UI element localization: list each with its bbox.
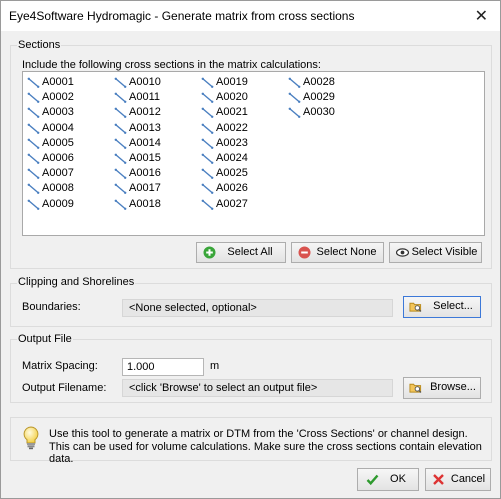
select-none-label: Select None — [316, 246, 377, 258]
select-boundaries-label: Select... — [433, 300, 473, 312]
cross-section-icon — [27, 153, 40, 164]
cross-section-icon — [27, 77, 40, 88]
cross-section-label: A0026 — [216, 182, 248, 195]
cross-section-label: A0028 — [303, 76, 335, 88]
info-panel: Use this tool to generate a matrix or DT… — [10, 417, 492, 465]
cross-section-icon — [114, 77, 127, 88]
cross-section-label: A0007 — [42, 167, 74, 180]
select-none-button[interactable]: Select None — [291, 242, 384, 263]
cross-section-label: A0003 — [42, 106, 74, 119]
cross-section-icon — [114, 199, 127, 210]
cross-section-label: A0020 — [216, 91, 248, 104]
ok-button[interactable]: OK — [357, 468, 419, 491]
info-line-1: Use this tool to generate a matrix or DT… — [49, 428, 468, 440]
cross-section-icon — [201, 153, 214, 164]
window-title: Eye4Software Hydromagic - Generate matri… — [9, 9, 355, 23]
select-all-button[interactable]: Select All — [196, 242, 286, 263]
cross-section-label: A0013 — [129, 121, 161, 134]
cross-section-icon — [288, 77, 301, 88]
cancel-button[interactable]: Cancel — [425, 468, 491, 491]
cross-section-icon — [201, 107, 214, 119]
cross-section-label: A0021 — [216, 106, 248, 119]
matrix-spacing-label: Matrix Spacing: — [22, 360, 98, 372]
output-filename-field: <click 'Browse' to select an output file… — [122, 379, 393, 397]
cross-section-label: A0030 — [303, 106, 335, 119]
cross-section-icon — [27, 199, 40, 210]
cross-section-icon — [114, 107, 127, 119]
cross-section-label: A0010 — [129, 76, 161, 88]
select-all-label: Select All — [227, 246, 273, 258]
select-visible-label: Select Visible — [411, 246, 478, 258]
folder-search-icon — [409, 383, 422, 393]
sections-instruction: Include the following cross sections in … — [22, 59, 321, 71]
cross-section-label: A0005 — [42, 136, 74, 149]
cross-section-list[interactable]: A0001 A0002 A0003 A0004 A0005 A0006 A0007 A0008… — [22, 71, 485, 236]
cross-section-icon — [114, 138, 127, 149]
matrix-spacing-unit: m — [210, 360, 220, 372]
select-boundaries-button[interactable]: Select... — [403, 296, 481, 318]
cross-section-label: A0011 — [129, 91, 160, 104]
cross-section-icon — [114, 153, 127, 164]
cross-section-icon — [27, 107, 40, 119]
cross-section-label: A0019 — [216, 76, 248, 88]
cross-section-icon — [27, 92, 40, 104]
cross-section-icon — [114, 183, 127, 195]
browse-label: Browse... — [430, 381, 476, 393]
cross-section-icon — [27, 123, 40, 134]
cross-section-label: A0015 — [129, 152, 161, 164]
dialog-window: Eye4Software Hydromagic - Generate matri… — [0, 0, 501, 499]
cross-section-icon — [288, 92, 301, 104]
cross-section-icon — [27, 168, 40, 180]
sections-group-label: Sections — [17, 39, 62, 51]
cross-section-icon — [201, 77, 214, 88]
lightbulb-icon — [23, 426, 39, 450]
cross-section-icon — [27, 183, 40, 195]
cross-section-label: A0029 — [303, 91, 335, 104]
boundaries-label: Boundaries: — [22, 301, 81, 313]
cross-section-icon — [201, 183, 214, 195]
title-bar: Eye4Software Hydromagic - Generate matri… — [1, 1, 500, 31]
browse-button[interactable]: Browse... — [403, 377, 481, 399]
cross-section-icon — [114, 168, 127, 180]
cross-section-icon — [201, 138, 214, 149]
cross-section-label: A0027 — [216, 197, 248, 210]
cross-section-label: A0025 — [216, 167, 248, 180]
cross-section-icon — [201, 92, 214, 104]
ok-label: OK — [390, 473, 406, 485]
cross-section-icon — [201, 168, 214, 180]
cancel-label: Cancel — [450, 473, 486, 485]
output-group-label: Output File — [17, 333, 73, 345]
matrix-spacing-input[interactable]: 1.000 — [122, 358, 204, 376]
cross-section-label: A0018 — [129, 197, 161, 210]
cross-section-label: A0012 — [129, 106, 161, 119]
folder-search-icon — [409, 302, 422, 312]
cross-section-icon — [201, 199, 214, 210]
cross-section-icon — [114, 92, 127, 104]
cross-section-icon — [288, 107, 301, 119]
output-filename-label: Output Filename: — [22, 382, 107, 394]
cross-section-label: A0024 — [216, 152, 248, 164]
info-line-2: This can be used for volume calculations… — [49, 441, 482, 465]
close-icon[interactable]: ✕ — [475, 6, 488, 26]
cross-section-icon — [114, 123, 127, 134]
boundaries-field: <None selected, optional> — [122, 299, 393, 317]
cross-section-label: A0017 — [129, 182, 161, 195]
cross-section-label: A0023 — [216, 136, 248, 149]
cross-section-icon — [201, 123, 214, 134]
cross-section-label: A0022 — [216, 121, 248, 134]
cross-section-label: A0009 — [42, 197, 74, 210]
clipping-group-label: Clipping and Shorelines — [17, 276, 136, 288]
cross-section-label: A0008 — [42, 182, 74, 195]
cross-section-label: A0001 — [42, 76, 74, 88]
cross-section-label: A0014 — [129, 136, 161, 149]
select-visible-button[interactable]: Select Visible — [389, 242, 482, 263]
cross-section-label: A0006 — [42, 152, 74, 164]
cross-section-label: A0016 — [129, 167, 161, 180]
cross-section-label: A0002 — [42, 91, 74, 104]
cancel-x-icon — [433, 474, 444, 485]
cross-section-label: A0004 — [42, 121, 74, 134]
cross-section-icon — [27, 138, 40, 149]
